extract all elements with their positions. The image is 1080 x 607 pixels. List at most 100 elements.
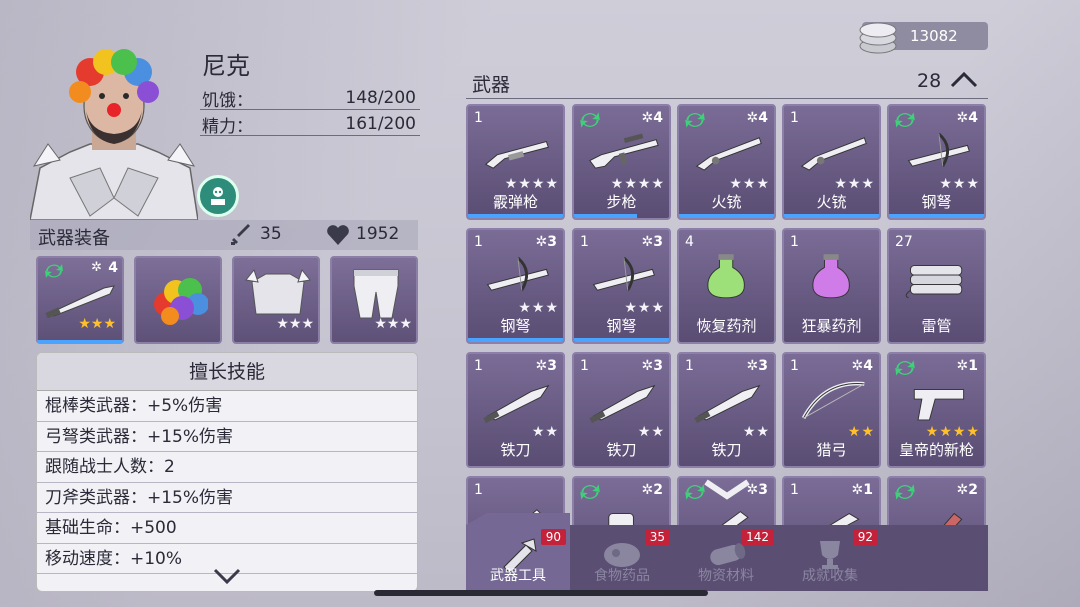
item-card[interactable]: ✲4 ★★★ 钢弩 — [887, 104, 986, 220]
bow-icon — [801, 381, 865, 419]
item-card[interactable]: ✲4 ★★★★ 步枪 — [572, 104, 671, 220]
item-stars: ★★★ — [939, 176, 980, 192]
item-level-value: 3 — [758, 482, 768, 498]
item-level: ✲3 — [642, 358, 663, 374]
item-stars: ★★★ — [834, 176, 875, 192]
tab-label: 武器工具 — [490, 568, 546, 584]
item-card[interactable]: 1 ★★★★ 霰弹枪 — [466, 104, 565, 220]
armor-icon — [245, 268, 311, 315]
crossbow-icon — [592, 256, 655, 291]
item-card[interactable]: ✲4 ★★★ 火铳 — [677, 104, 776, 220]
durability-bar — [784, 214, 879, 218]
item-stars: ★★ — [847, 424, 875, 440]
equip-slot-stars: ★★★ — [374, 316, 412, 332]
knife-icon — [589, 384, 656, 424]
item-card[interactable]: ✲2 — [572, 476, 671, 527]
tab-tools[interactable]: 90 武器工具 — [466, 513, 570, 591]
item-card[interactable]: 4 恢复药剂 — [677, 228, 776, 344]
equip-slot-stars: ★★★ — [276, 316, 314, 332]
durability-bar — [468, 214, 563, 218]
perk-badge-icon[interactable] — [197, 175, 239, 217]
gear-icon: ✲ — [956, 482, 969, 498]
item-card[interactable]: ✲1 ★★★★ 皇帝的新枪 — [887, 352, 986, 468]
category-count: 28 — [917, 70, 942, 92]
item-card[interactable]: 1 狂暴药剂 — [782, 228, 881, 344]
item-card[interactable]: 1 ★★★ 火铳 — [782, 104, 881, 220]
item-card[interactable]: 1 ✲4 ★★ 猎弓 — [782, 352, 881, 468]
pistol-icon — [913, 389, 965, 421]
musket-icon — [695, 137, 762, 171]
equip-slot-armor[interactable]: ★★★ — [232, 256, 320, 344]
item-level: ✲2 — [957, 482, 978, 498]
tab-badge: 92 — [852, 529, 878, 545]
tab-badge: 142 — [741, 529, 774, 545]
axe-icon — [941, 512, 963, 527]
item-quantity: 27 — [895, 234, 913, 250]
item-card[interactable]: 1 ✲1 — [782, 476, 881, 527]
item-level: ✲4 — [957, 110, 978, 126]
gear-icon: ✲ — [746, 110, 759, 126]
item-name: 狂暴药剂 — [801, 317, 862, 335]
item-card[interactable]: 27 雷管 — [887, 228, 986, 344]
item-level: ✲3 — [642, 234, 663, 250]
tab-trophy[interactable]: 92 成就收集 — [778, 525, 882, 591]
item-card[interactable]: 1 ✲3 ★★ 铁刀 — [572, 352, 671, 468]
item-name: 恢复药剂 — [696, 317, 757, 335]
rifle-icon — [589, 133, 659, 169]
equip-slot-weapon[interactable]: 4 ✲ ★★★ — [36, 256, 124, 344]
health-value: 1952 — [356, 224, 400, 244]
item-name: 钢弩 — [500, 317, 531, 335]
gear-icon: ✲ — [641, 358, 654, 374]
character-name: 尼克 — [202, 52, 250, 80]
item-name: 霰弹枪 — [492, 193, 538, 211]
item-card[interactable]: 1 ✲3 ★★ 铁刀 — [466, 352, 565, 468]
chevron-down-icon[interactable] — [212, 567, 242, 585]
item-quantity: 1 — [580, 358, 589, 374]
item-name: 步枪 — [606, 193, 637, 211]
item-level: ✲4 — [642, 110, 663, 126]
tab-badge: 35 — [644, 529, 670, 545]
skill-line: 弓弩类武器：+15%伤害 — [37, 422, 417, 452]
energy-value: 161/200 — [345, 114, 416, 134]
hunger-label: 饥饿： — [202, 91, 253, 111]
item-stars: ★★★★ — [504, 176, 559, 192]
gear-icon: ✲ — [535, 358, 548, 374]
item-stars: ★★ — [742, 424, 770, 440]
item-level: ✲3 — [536, 358, 557, 374]
musket-icon — [800, 137, 867, 171]
item-name: 钢弩 — [921, 193, 952, 211]
durability-bar — [574, 338, 669, 342]
item-card[interactable]: 1 ✲3 ★★★ 钢弩 — [572, 228, 671, 344]
tab-log[interactable]: 142 物资材料 — [674, 525, 778, 591]
tab-label: 成就收集 — [802, 568, 858, 584]
chevron-up-icon[interactable] — [950, 70, 978, 90]
knife-icon — [694, 384, 761, 424]
skill-line: 刀斧类武器：+15%伤害 — [37, 483, 417, 513]
item-quantity: 1 — [474, 234, 483, 250]
energy-label: 精力： — [202, 117, 253, 137]
item-name: 皇帝的新枪 — [898, 441, 974, 459]
scroll-down-chevron-icon[interactable] — [702, 478, 752, 506]
gear-icon: ✲ — [956, 358, 969, 374]
equip-slot-hat[interactable] — [134, 256, 222, 344]
item-quantity: 1 — [685, 358, 694, 374]
category-divider — [466, 98, 988, 99]
item-grid[interactable]: 1 ★★★★ 霰弹枪 ✲4 ★★★★ 步枪 ✲4 ★★★ 火铳 1 ★★★ 火铳 ✲4 ★★★ 钢弩 1 ✲3 ★… — [462, 102, 992, 527]
currency-value: 13082 — [910, 27, 958, 45]
item-card[interactable]: 1 ✲3 ★★ 铁刀 — [677, 352, 776, 468]
home-indicator[interactable] — [374, 590, 708, 596]
item-card[interactable]: ✲2 — [887, 476, 986, 527]
tab-label: 食物药品 — [594, 568, 650, 584]
item-card[interactable]: 1 ✲3 ★★★ 钢弩 — [466, 228, 565, 344]
equip-slot-pants[interactable]: ★★★ — [330, 256, 418, 344]
skills-panel[interactable]: 擅长技能 棍棒类武器：+5%伤害 弓弩类武器：+15%伤害 跟随战士人数：2 刀… — [36, 352, 418, 592]
category-tabs: 90 武器工具 35 食物药品 142 物资材料 92 成就收集 — [466, 513, 988, 591]
item-level-value: 4 — [653, 110, 663, 126]
tab-meat[interactable]: 35 食物药品 — [570, 525, 674, 591]
item-stars: ★★★ — [518, 300, 559, 316]
item-quantity: 1 — [474, 110, 483, 126]
gear-icon: ✲ — [641, 110, 654, 126]
item-stars: ★★ — [531, 424, 559, 440]
item-name: 雷管 — [921, 317, 952, 335]
tab-badge: 90 — [540, 529, 566, 545]
